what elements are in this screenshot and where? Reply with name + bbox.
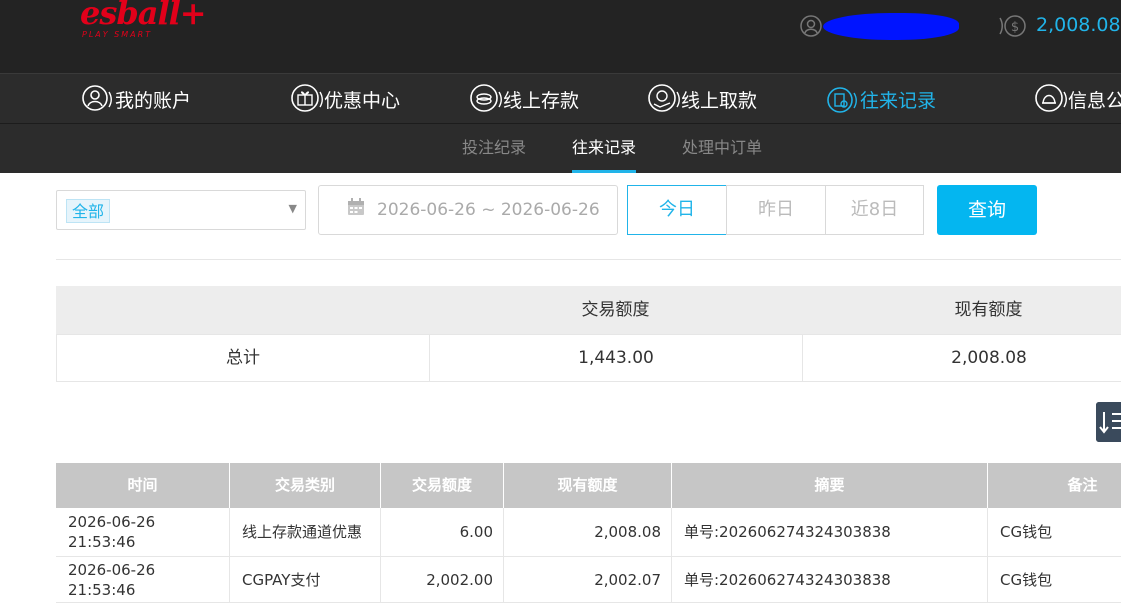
summary-row: 总计 1,443.00 2,008.08 <box>56 334 1121 382</box>
last-8-days-button[interactable]: 近8日 <box>825 185 924 235</box>
nav-label: 往来记录 <box>860 90 937 112</box>
user-icon[interactable] <box>800 15 822 37</box>
deposit-icon <box>470 83 502 112</box>
nav-online-withdraw[interactable]: 线上取款 <box>647 74 757 125</box>
sort-order-icon[interactable] <box>1096 402 1121 442</box>
cell-time: 2026-06-26 21:53:46 <box>56 508 230 556</box>
cell-remark: CG钱包 <box>1000 570 1053 589</box>
table-row: 2026-06-26 21:53:46 线上存款通道优惠 6.00 2,008.… <box>56 508 1121 557</box>
cell-type: CGPAY支付 <box>230 557 381 602</box>
tab-transaction-records[interactable]: 往来记录 <box>572 124 637 173</box>
svg-text:$: $ <box>1011 20 1019 35</box>
cell-summary: 单号:202606274324303838 <box>672 508 988 556</box>
logo-text: esball+ <box>80 0 207 32</box>
cell-balance: 2,002.07 <box>504 557 672 602</box>
cell-remark: CG钱包 <box>1000 523 1053 541</box>
username-redacted <box>823 13 959 40</box>
search-button[interactable]: 查询 <box>937 185 1037 235</box>
cell-amount: 2,002.00 <box>381 557 504 602</box>
logo-tagline: PLAY SMART <box>82 30 153 39</box>
records-icon <box>827 86 857 113</box>
nav-label: 线上取款 <box>681 90 758 112</box>
column-header-time[interactable]: 时间 <box>56 463 230 508</box>
transaction-type-select[interactable]: 全部 ▼ <box>56 190 306 230</box>
nav-online-deposit[interactable]: 线上存款 <box>469 74 579 125</box>
column-header-remark[interactable]: 备注 <box>988 463 1121 508</box>
cell-amount: 6.00 <box>381 508 504 556</box>
user-icon <box>82 84 112 111</box>
yesterday-button[interactable]: 昨日 <box>726 185 826 235</box>
sub-nav: 投注纪录 往来记录 处理中订单 <box>0 124 1121 173</box>
nav-label: 线上存款 <box>503 90 580 112</box>
table-row: 2026-06-26 21:53:46 CGPAY支付 2,002.00 2,0… <box>56 557 1121 603</box>
cell-time: 2026-06-26 21:53:46 <box>56 557 230 602</box>
tab-bet-records[interactable]: 投注纪录 <box>462 124 526 173</box>
chevron-down-icon: ▼ <box>288 202 297 215</box>
nav-label: 信息公 <box>1068 90 1121 112</box>
column-header-balance[interactable]: 现有额度 <box>504 463 672 508</box>
bell-icon <box>1035 83 1067 112</box>
summary-header: 交易额度 现有额度 <box>56 286 1121 334</box>
cell-balance: 2,008.08 <box>504 508 672 556</box>
summary-header-cell: 交易额度 <box>581 300 650 320</box>
calendar-icon <box>348 198 364 215</box>
column-header-amount[interactable]: 交易额度 <box>381 463 504 508</box>
date-range-picker[interactable]: 2026-06-26 ~ 2026-06-26 <box>318 185 618 235</box>
main-nav: 我的账户 优惠中心 线上存款 线上取款 往来记录 信息公 <box>0 73 1121 124</box>
gift-icon <box>291 83 323 112</box>
nav-promotions[interactable]: 优惠中心 <box>290 74 400 125</box>
summary-cell: 1,443.00 <box>430 335 803 381</box>
column-header-summary[interactable]: 摘要 <box>672 463 988 508</box>
selected-type-chip: 全部 <box>66 199 111 223</box>
esball-logo[interactable]: esball+ PLAY SMART <box>80 0 207 44</box>
nav-label: 我的账户 <box>115 90 192 112</box>
tab-pending-orders[interactable]: 处理中订单 <box>682 124 762 173</box>
coin-icon: $ <box>999 15 1026 37</box>
date-range-value: 2026-06-26 ~ 2026-06-26 <box>377 200 600 220</box>
summary-cell: 总计 <box>57 335 430 381</box>
nav-messages[interactable]: 信息公 <box>1034 74 1121 125</box>
summary-header-cell <box>56 286 429 334</box>
cell-type: 线上存款通道优惠 <box>230 508 381 556</box>
column-header-type[interactable]: 交易类别 <box>230 463 381 508</box>
today-button[interactable]: 今日 <box>627 185 727 235</box>
summary-header-cell: 现有额度 <box>954 300 1023 320</box>
cell-summary: 单号:202606274324303838 <box>672 557 988 602</box>
balance-amount: 2,008.08 <box>1036 14 1121 36</box>
nav-transaction-records[interactable]: 往来记录 <box>826 74 936 125</box>
top-bar: esball+ PLAY SMART $ 2,008.08 <box>0 0 1121 73</box>
records-header: 时间 交易类别 交易额度 现有额度 摘要 备注 <box>56 463 1121 508</box>
nav-label: 优惠中心 <box>324 90 401 112</box>
withdraw-icon <box>648 83 680 112</box>
divider <box>56 259 1121 260</box>
summary-cell: 2,008.08 <box>803 335 1121 381</box>
nav-my-account[interactable]: 我的账户 <box>81 74 191 125</box>
